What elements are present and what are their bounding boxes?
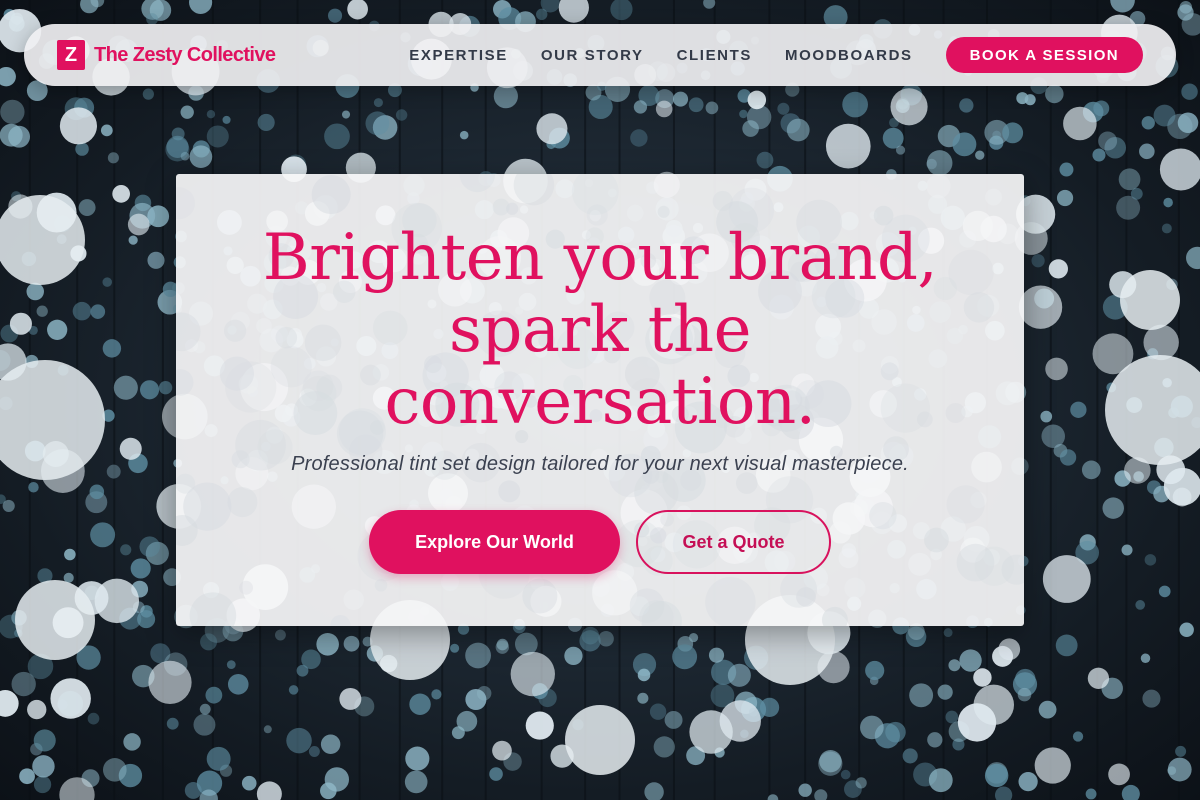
nav-link-our-story[interactable]: OUR STORY — [541, 47, 644, 64]
headline-line-3: conversation. — [384, 365, 817, 439]
top-navigation-bar: Z The Zesty Collective EXPERTISE OUR STO… — [24, 24, 1176, 86]
nav-link-clients[interactable]: CLIENTS — [677, 47, 752, 64]
hero-subhead: Professional tint set design tailored fo… — [291, 453, 909, 475]
brand-logo-link[interactable]: Z The Zesty Collective — [57, 40, 276, 70]
nav-links: EXPERTISE OUR STORY CLIENTS MOODBOARDS — [409, 47, 912, 64]
headline-line-2: spark the — [449, 293, 752, 367]
nav-link-moodboards[interactable]: MOODBOARDS — [785, 47, 913, 64]
brand-name: The Zesty Collective — [94, 43, 276, 66]
book-session-button[interactable]: BOOK A SESSION — [945, 37, 1143, 73]
hero-actions: Explore Our World Get a Quote — [176, 510, 1024, 574]
nav-link-expertise[interactable]: EXPERTISE — [409, 47, 508, 64]
headline-line-1: Brighten your brand, — [262, 221, 938, 295]
z-logo-icon: Z — [57, 40, 85, 70]
hero-headline: Brighten your brand, spark the conversat… — [220, 222, 980, 438]
explore-world-button[interactable]: Explore Our World — [369, 510, 620, 574]
get-quote-button[interactable]: Get a Quote — [636, 510, 831, 574]
hero-card: Brighten your brand, spark the conversat… — [176, 174, 1024, 626]
